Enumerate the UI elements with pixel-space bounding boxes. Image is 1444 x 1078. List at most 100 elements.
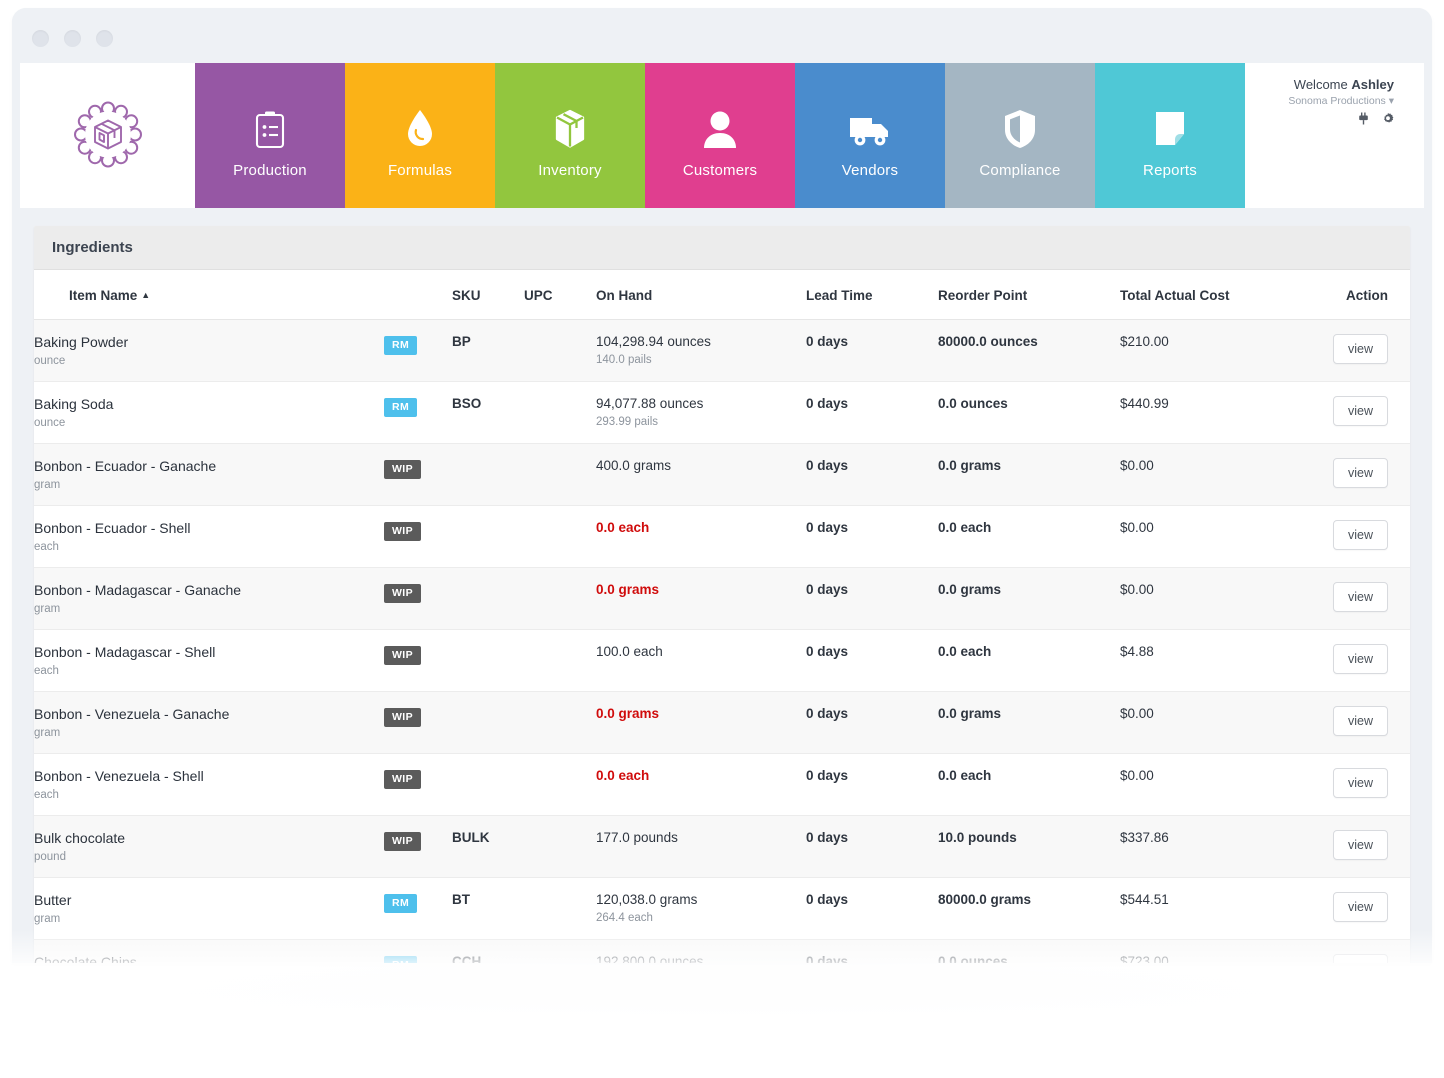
table-body: Baking Powder ounce RM BP 104,298.94 ounces 1… [34,319,1410,963]
cell-reorder-point: 0.0 each [938,753,1120,816]
cell-total-actual-cost: $723.00 [1120,939,1320,963]
cell-type-badge: WIP [384,629,452,692]
nav-item-customers[interactable]: Customers [645,63,795,208]
column-header-lead-time[interactable]: Lead Time [806,270,938,320]
column-header-on-hand[interactable]: On Hand [596,270,806,320]
table-row[interactable]: Chocolate ChipsounceRM CCH 192,800.0 ounce… [34,939,1410,963]
cell-lead-time: 0 days [806,877,938,940]
cell-lead-time-text: 0 days [806,706,849,721]
table-row[interactable]: Bonbon - Venezuela - Shell each WIP 0.0 eac… [34,753,1410,816]
cell-upc [524,505,596,568]
item-name-text: Bonbon - Madagascar - Shell [34,644,216,660]
table-row[interactable]: Bonbon - Madagascar - Ganache gram WIP 0.0 … [34,567,1410,630]
view-button[interactable]: view [1332,706,1388,736]
user-name: Ashley [1351,77,1394,92]
view-button[interactable]: view [1332,644,1388,674]
nav-item-label: Vendors [841,162,899,179]
on-hand-value: 400.0 grams [596,458,672,473]
welcome-text: Welcome Ashley [1288,77,1394,92]
cell-lead-time: 0 days [806,691,938,754]
cell-total-actual-cost: $0.00 [1120,753,1320,816]
nav-item-compliance[interactable]: Compliance [945,63,1095,208]
nav-item-production[interactable]: Production [195,63,345,208]
cell-sku: BP [452,319,524,382]
item-unit-text: pound [34,851,66,863]
nav-spacer: Welcome Ashley Sonoma Productions ▾ [1245,63,1424,208]
column-header-reorder-point[interactable]: Reorder Point [938,270,1120,320]
account-menu[interactable]: Welcome Ashley Sonoma Productions ▾ [1288,77,1394,129]
cell-type-badge: WIP [384,443,452,506]
cell-reorder-point-text: 0.0 grams [938,582,1002,597]
cell-reorder-point: 0.0 grams [938,443,1120,506]
brand-logo[interactable] [20,63,195,208]
cell-action: view [1320,629,1410,692]
plug-icon[interactable] [1358,112,1369,129]
organization-name: Sonoma Productions [1288,95,1386,107]
view-button[interactable]: view [1332,458,1388,488]
table-row[interactable]: Baking Soda ounce RM BSO 94,077.88 ounces 293… [34,381,1410,444]
cell-sku [452,629,524,692]
cell-reorder-point: 10.0 pounds [938,815,1120,878]
cell-item-name: Chocolate Chipsounce [34,939,384,963]
cell-sku: BT [452,877,524,940]
status-badge: RM [384,398,418,417]
item-unit-text: each [34,665,59,677]
cell-lead-time-text: 0 days [806,458,849,473]
column-header-item-name[interactable]: Item Name ▲ [34,270,384,320]
on-hand-value: 0.0 grams [596,706,660,721]
view-button[interactable]: view [1332,520,1388,550]
nav-item-formulas[interactable]: Formulas [345,63,495,208]
table-row[interactable]: Butter gram RM BT 120,038.0 grams 264.4 each 0… [34,877,1410,940]
column-header-upc[interactable]: UPC [524,270,596,320]
table-row[interactable]: Bonbon - Ecuador - Shell each WIP 0.0 each 0… [34,505,1410,568]
cell-item-name: Butter gram [34,877,384,940]
cell-total-actual-cost-text: $210.00 [1120,334,1169,349]
table-row[interactable]: Bulk chocolate pound WIP BULK 177.0 pounds 0 … [34,815,1410,878]
cell-item-name: Bonbon - Madagascar - Shell each [34,629,384,692]
nav-item-label: Reports [1143,162,1197,179]
window-close-button[interactable] [32,30,49,47]
table-row[interactable]: Bonbon - Venezuela - Ganache gram WIP 0.0 g… [34,691,1410,754]
cell-lead-time-text: 0 days [806,768,849,783]
organization-selector[interactable]: Sonoma Productions ▾ [1288,95,1394,107]
cell-item-name: Baking Powder ounce [34,319,384,382]
view-button[interactable]: view [1332,768,1388,798]
view-button[interactable]: view [1332,892,1388,922]
cell-type-badge: WIP [384,815,452,878]
cell-reorder-point-text: 0.0 ounces [938,954,1008,963]
column-header-total-actual-cost[interactable]: Total Actual Cost [1120,270,1320,320]
view-button[interactable]: view [1332,582,1388,612]
column-header-sku[interactable]: SKU [452,270,524,320]
page-body: Ingredients Item Name ▲ SKU UPC On Hand L… [20,208,1424,963]
cell-item-name: Bonbon - Ecuador - Shell each [34,505,384,568]
nav-item-vendors[interactable]: Vendors [795,63,945,208]
cell-action: view [1320,319,1410,382]
window-minimize-button[interactable] [64,30,81,47]
cell-item-name: Bonbon - Madagascar - Ganache gram [34,567,384,630]
view-button[interactable]: view [1332,334,1388,364]
cell-total-actual-cost-text: $723.00 [1120,954,1169,963]
gear-icon[interactable] [1382,112,1394,129]
cell-lead-time-text: 0 days [806,830,849,845]
table-row[interactable]: Bonbon - Madagascar - Shell each WIP 100.0 … [34,629,1410,692]
item-unit-text: gram [34,727,61,739]
table-header: Item Name ▲ SKU UPC On Hand Lead Time Reo… [34,270,1410,320]
cell-reorder-point-text: 10.0 pounds [938,830,1017,845]
cell-reorder-point-text: 0.0 each [938,644,992,659]
item-name-text: Baking Soda [34,396,114,412]
table-row[interactable]: Bonbon - Ecuador - Ganache gram WIP 400.0 g… [34,443,1410,506]
nav-item-reports[interactable]: Reports [1095,63,1245,208]
window-maximize-button[interactable] [96,30,113,47]
item-name-text: Chocolate Chips [34,954,137,963]
person-icon [701,98,739,150]
cell-total-actual-cost: $337.86 [1120,815,1320,878]
view-button[interactable]: view [1332,954,1388,963]
cell-on-hand: 0.0 each [596,753,806,816]
cell-total-actual-cost-text: $544.51 [1120,892,1169,907]
view-button[interactable]: view [1332,396,1388,426]
cell-item-name: Baking Soda ounce [34,381,384,444]
view-button[interactable]: view [1332,830,1388,860]
browser-window: Production Formulas Inventory Customers … [12,8,1432,963]
nav-item-inventory[interactable]: Inventory [495,63,645,208]
table-row[interactable]: Baking Powder ounce RM BP 104,298.94 ounces 1… [34,319,1410,382]
